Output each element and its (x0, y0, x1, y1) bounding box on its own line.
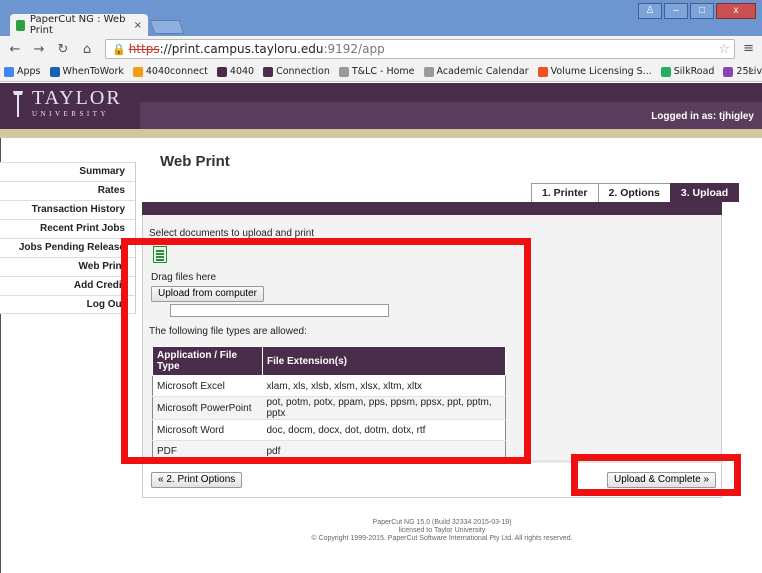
bookmark-label: T&LC - Home (351, 66, 415, 77)
url-path: :9192/app (323, 42, 385, 56)
logo-name: TAYLOR (32, 87, 122, 109)
bookmark-icon (216, 66, 227, 77)
bookmark-item[interactable]: 4040 (216, 66, 255, 77)
bookmark-label: 4040connect (145, 66, 208, 77)
back-arrow-icon[interactable]: ← (8, 42, 22, 57)
url-host: ://print.campus.tayloru.edu (159, 42, 324, 56)
bookmark-item[interactable]: 25Live (723, 66, 762, 77)
sidebar-item-recent-print-jobs[interactable]: Recent Print Jobs (0, 219, 136, 238)
torch-icon (13, 91, 23, 117)
bookmark-item[interactable]: Connection (263, 66, 330, 77)
logged-in-status: Logged in as: tjhigley (651, 111, 754, 122)
highlight-box-upload-area (121, 238, 531, 464)
address-bar[interactable]: 🔒 https://print.campus.tayloru.edu:9192/… (105, 39, 735, 59)
reload-icon[interactable]: ↻ (56, 42, 70, 57)
username: tjhigley (718, 111, 754, 122)
bookmark-item[interactable]: 4040connect (132, 66, 208, 77)
sidebar-nav: Summary Rates Transaction History Recent… (0, 162, 136, 314)
bookmark-icon (263, 66, 274, 77)
sidebar-item-web-print[interactable]: Web Print (0, 257, 136, 276)
bookmark-item[interactable]: Volume Licensing S... (537, 66, 652, 77)
bookmark-label: Connection (276, 66, 330, 77)
bookmark-icon (723, 66, 734, 77)
tab-close-icon[interactable]: × (134, 20, 142, 31)
header-accent-strip (0, 129, 762, 138)
bookmark-icon (423, 66, 434, 77)
logo-subtitle: UNIVERSITY (32, 110, 109, 118)
close-window-icon[interactable]: x (716, 3, 756, 19)
maximize-icon[interactable]: □ (690, 3, 714, 19)
browser-titlebar: PaperCut NG : Web Print × ♙ – □ x (0, 0, 762, 36)
bookmark-item[interactable]: Academic Calendar (423, 66, 529, 77)
bookmark-label: WhenToWork (62, 66, 124, 77)
step-options[interactable]: 2. Options (597, 183, 671, 202)
browser-tab[interactable]: PaperCut NG : Web Print × (10, 14, 148, 36)
minimize-icon[interactable]: – (664, 3, 688, 19)
highlight-box-complete-button (571, 454, 741, 496)
step-upload[interactable]: 3. Upload (669, 183, 740, 202)
bookmarks-bar: Apps WhenToWork 4040connect 4040 Connection T… (0, 62, 762, 82)
forward-arrow-icon[interactable]: → (32, 42, 46, 57)
bookmark-label: SilkRoad (673, 66, 715, 77)
print-options-back-button[interactable]: « 2. Print Options (151, 472, 243, 488)
sidebar-item-transaction-history[interactable]: Transaction History (0, 200, 136, 219)
footer-version: PaperCut NG 15.0 (Build 32334 2015-03-19… (372, 519, 512, 526)
bookmark-label: Volume Licensing S... (550, 66, 652, 77)
sidebar-item-log-out[interactable]: Log Out (0, 295, 136, 314)
sidebar-item-summary[interactable]: Summary (0, 162, 136, 181)
bookmark-star-icon[interactable]: ☆ (718, 42, 730, 57)
bookmark-icon (338, 66, 349, 77)
footer-license: licensed to Taylor University (398, 527, 486, 534)
sidebar-item-jobs-pending-release[interactable]: Jobs Pending Release (0, 238, 136, 257)
bookmark-icon (4, 66, 14, 77)
browser-navbar: ← → ↻ ⌂ 🔒 https://print.campus.tayloru.e… (0, 36, 762, 62)
papercut-favicon-icon (16, 19, 25, 31)
bookmark-icon (132, 66, 143, 77)
bookmark-icon (660, 66, 671, 77)
home-icon[interactable]: ⌂ (80, 42, 94, 57)
sidebar-item-add-credit[interactable]: Add Credit (0, 276, 136, 295)
tab-title: PaperCut NG : Web Print (29, 14, 126, 36)
page-title: Web Print (160, 153, 230, 170)
bookmark-label: 4040 (229, 66, 255, 77)
user-icon[interactable]: ♙ (638, 3, 662, 19)
page-footer: PaperCut NG 15.0 (Build 32334 2015-03-19… (262, 519, 622, 543)
logged-in-label: Logged in as: (651, 111, 717, 122)
bookmark-item[interactable]: Apps (4, 66, 41, 77)
step-printer[interactable]: 1. Printer (531, 183, 599, 202)
bookmark-item[interactable]: SilkRoad (660, 66, 715, 77)
bookmark-label: Academic Calendar (436, 66, 529, 77)
wizard-steps: 1. Printer 2. Options 3. Upload (531, 183, 740, 202)
bookmark-icon (537, 66, 548, 77)
new-tab-button[interactable] (149, 20, 185, 34)
bookmark-icon (49, 66, 60, 77)
wizard-rail (142, 202, 722, 215)
browser-menu-icon[interactable]: ≡ (743, 41, 754, 56)
bookmark-item[interactable]: T&LC - Home (338, 66, 415, 77)
sidebar-item-rates[interactable]: Rates (0, 181, 136, 200)
insecure-lock-icon: 🔒 (112, 42, 126, 56)
bookmark-label: Apps (17, 66, 41, 77)
footer-copyright: © Copyright 1999-2015. PaperCut Software… (311, 535, 573, 542)
bookmarks-overflow-icon[interactable]: » (748, 65, 754, 76)
bookmark-item[interactable]: WhenToWork (49, 66, 124, 77)
site-header: TAYLOR UNIVERSITY Logged in as: tjhigley (0, 83, 762, 129)
url-scheme: https (128, 42, 160, 56)
